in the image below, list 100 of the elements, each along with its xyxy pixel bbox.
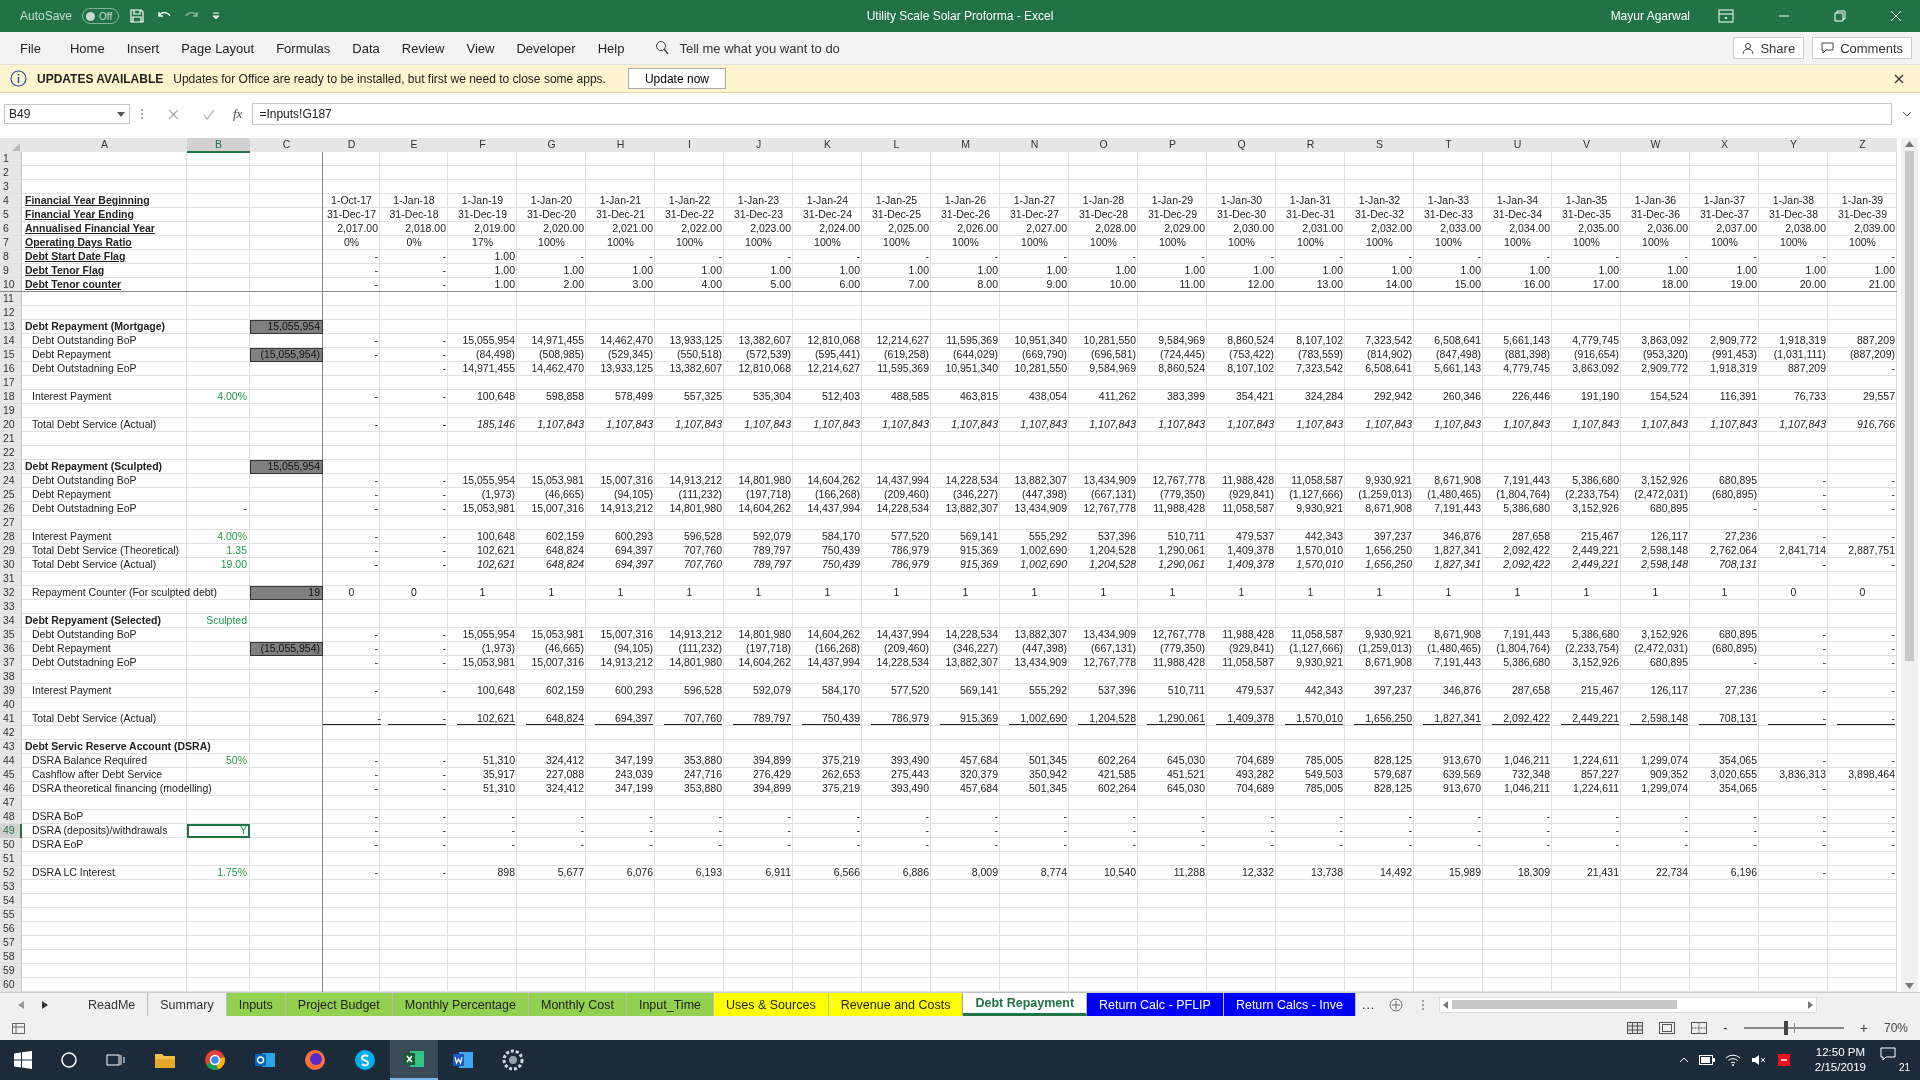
row-number[interactable]: 21 bbox=[0, 431, 22, 446]
row-number[interactable]: 53 bbox=[0, 879, 22, 894]
row-number[interactable]: 3 bbox=[0, 179, 22, 194]
page-layout-icon[interactable] bbox=[1659, 1022, 1676, 1035]
column-letter[interactable]: I bbox=[655, 137, 724, 153]
row-number[interactable]: 28 bbox=[0, 529, 22, 544]
row-number[interactable]: 31 bbox=[0, 571, 22, 586]
column-letter[interactable]: X bbox=[1690, 137, 1759, 153]
row-number[interactable]: 52 bbox=[0, 865, 22, 880]
scroll-up-icon[interactable] bbox=[1905, 140, 1914, 147]
share-button[interactable]: Share bbox=[1733, 37, 1805, 60]
sheet-tab[interactable]: Monthly Cost bbox=[529, 992, 627, 1017]
column-letter[interactable]: U bbox=[1483, 137, 1552, 153]
ribbon-display-icon[interactable] bbox=[1718, 9, 1734, 24]
column-letter[interactable]: D bbox=[323, 137, 380, 153]
row-number[interactable]: 59 bbox=[0, 963, 22, 978]
search-icon[interactable] bbox=[60, 1051, 78, 1069]
row-number[interactable]: 13 bbox=[0, 319, 22, 334]
menu-tab[interactable]: View bbox=[455, 40, 506, 56]
row-number[interactable]: 6 bbox=[0, 221, 22, 236]
battery-icon[interactable] bbox=[1698, 1055, 1715, 1065]
notification-button[interactable]: 21 bbox=[1880, 1047, 1910, 1073]
column-letter[interactable]: Z bbox=[1828, 137, 1897, 153]
close-icon[interactable] bbox=[1894, 73, 1904, 84]
menu-tab[interactable]: Help bbox=[586, 40, 636, 56]
gear-app-icon[interactable] bbox=[502, 1049, 524, 1071]
menu-tab[interactable]: Developer bbox=[505, 40, 587, 56]
column-letter[interactable]: Y bbox=[1759, 137, 1828, 153]
more-sheets-button[interactable]: ... bbox=[1361, 997, 1376, 1012]
tray-chevron-icon[interactable] bbox=[1678, 1057, 1689, 1063]
clock-time[interactable]: 12:50 PM bbox=[1815, 1045, 1866, 1060]
start-icon[interactable] bbox=[14, 1051, 32, 1069]
insert-function-button[interactable]: fx bbox=[233, 106, 243, 123]
column-letter[interactable]: B bbox=[187, 137, 250, 153]
globe-app-icon[interactable] bbox=[304, 1049, 326, 1071]
column-letter[interactable]: E bbox=[380, 137, 448, 153]
row-number[interactable]: 45 bbox=[0, 767, 22, 782]
column-letter[interactable]: F bbox=[448, 137, 517, 153]
column-letter[interactable]: S bbox=[1345, 137, 1414, 153]
row-number[interactable]: 19 bbox=[0, 403, 22, 418]
save-icon[interactable] bbox=[129, 8, 146, 25]
user-name[interactable]: Mayur Agarwal bbox=[1610, 9, 1690, 24]
row-number[interactable]: 11 bbox=[0, 291, 22, 306]
sheet-tab[interactable]: Uses & Sources bbox=[714, 992, 829, 1017]
column-letter[interactable]: C bbox=[250, 137, 323, 153]
folder-icon[interactable] bbox=[154, 1051, 176, 1069]
row-number[interactable]: 4 bbox=[0, 193, 22, 208]
scroll-right-icon[interactable] bbox=[1808, 1000, 1814, 1009]
menu-tab[interactable]: Home bbox=[58, 40, 116, 56]
row-number[interactable]: 27 bbox=[0, 515, 22, 530]
row-number[interactable]: 15 bbox=[0, 347, 22, 362]
comments-button[interactable]: Comments bbox=[1812, 37, 1912, 60]
row-number[interactable]: 8 bbox=[0, 249, 22, 264]
row-number[interactable]: 43 bbox=[0, 739, 22, 754]
zoom-slider-thumb[interactable] bbox=[1783, 1021, 1788, 1036]
formula-field[interactable]: =Inputs!G187 bbox=[252, 103, 1892, 126]
row-number[interactable]: 17 bbox=[0, 375, 22, 390]
muted-speaker-icon[interactable] bbox=[1750, 1054, 1767, 1066]
column-letter[interactable]: V bbox=[1552, 137, 1621, 153]
row-number[interactable]: 1 bbox=[0, 151, 22, 166]
next-sheet-icon[interactable] bbox=[42, 1000, 48, 1009]
scroll-down-icon[interactable] bbox=[1905, 982, 1914, 989]
row-number[interactable]: 12 bbox=[0, 305, 22, 320]
selected-input-value[interactable]: Y bbox=[187, 823, 250, 838]
row-number[interactable]: 60 bbox=[0, 977, 22, 992]
scrollbar-thumb[interactable] bbox=[1905, 150, 1914, 661]
column-letter[interactable]: W bbox=[1621, 137, 1690, 153]
row-number[interactable]: 22 bbox=[0, 445, 22, 460]
row-number[interactable]: 26 bbox=[0, 501, 22, 516]
browser-icon[interactable] bbox=[204, 1049, 226, 1071]
row-number[interactable]: 56 bbox=[0, 921, 22, 936]
row-number[interactable]: 25 bbox=[0, 487, 22, 502]
row-number[interactable]: 40 bbox=[0, 697, 22, 712]
tell-me-search[interactable]: Tell me what you want to do bbox=[679, 40, 840, 56]
add-sheet-icon[interactable] bbox=[1389, 997, 1404, 1012]
sheet-tab[interactable]: Inputs bbox=[226, 992, 286, 1017]
sheet-tab[interactable]: Monthly Percentage bbox=[392, 992, 529, 1017]
clock-date[interactable]: 2/15/2019 bbox=[1814, 1060, 1866, 1075]
document-app-icon[interactable] bbox=[452, 1050, 474, 1070]
row-number[interactable]: 48 bbox=[0, 809, 22, 824]
row-number[interactable]: 41 bbox=[0, 711, 22, 726]
name-box[interactable]: B49 bbox=[4, 104, 130, 125]
row-number[interactable]: 35 bbox=[0, 627, 22, 642]
column-letter[interactable]: G bbox=[517, 137, 586, 153]
row-number[interactable]: 7 bbox=[0, 235, 22, 250]
sheet-tab[interactable]: Input_Time bbox=[626, 992, 714, 1017]
row-number[interactable]: 9 bbox=[0, 263, 22, 278]
restore-icon[interactable] bbox=[1834, 10, 1846, 23]
row-number[interactable]: 18 bbox=[0, 389, 22, 404]
column-letter[interactable]: A bbox=[22, 137, 187, 153]
wifi-icon[interactable] bbox=[1724, 1054, 1741, 1066]
task-view-icon[interactable] bbox=[106, 1052, 126, 1068]
expand-icon[interactable] bbox=[1902, 111, 1912, 118]
row-number[interactable]: 37 bbox=[0, 655, 22, 670]
row-number[interactable]: 16 bbox=[0, 361, 22, 376]
row-number[interactable]: 5 bbox=[0, 207, 22, 222]
sheet-tab[interactable]: Return Calcs - Inve bbox=[1223, 992, 1356, 1017]
row-number[interactable]: 47 bbox=[0, 795, 22, 810]
scrollbar-thumb[interactable] bbox=[1452, 1000, 1678, 1010]
row-number[interactable]: 49 bbox=[0, 823, 22, 838]
